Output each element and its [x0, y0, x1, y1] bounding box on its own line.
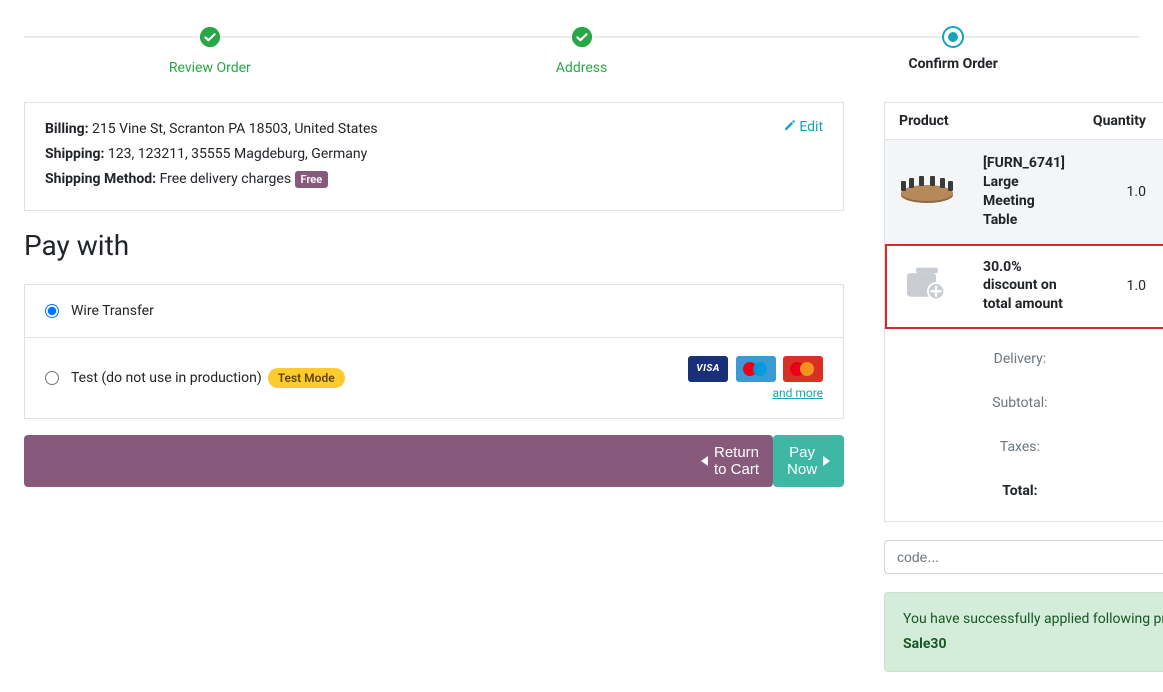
visa-icon: VISA [688, 356, 728, 382]
total-value: $ 28,000.00 [1141, 483, 1163, 499]
payment-methods: Wire Transfer Test (do not use in produc… [24, 284, 844, 419]
pay-option-wire[interactable]: Wire Transfer [25, 285, 843, 337]
promo-code-applied: Sale30 [903, 634, 1163, 655]
method-value: Free delivery charges [160, 171, 291, 187]
pay-option-test[interactable]: Test (do not use in production) Test Mod… [25, 337, 843, 418]
pay-now-button[interactable]: Pay Now [773, 435, 844, 487]
chevron-left-icon [38, 456, 708, 466]
free-badge: Free [295, 171, 329, 188]
subtotal-label: Subtotal: [899, 395, 1141, 411]
promo-code-input[interactable] [884, 540, 1163, 574]
step-address[interactable]: Address [396, 26, 768, 76]
shipping-label: Shipping: [45, 146, 104, 162]
product-name: [FURN_6741] Large Meeting Table [969, 140, 1079, 244]
product-thumbnail [899, 173, 955, 211]
col-quantity: Quantity [1079, 103, 1160, 140]
checkout-progress: Review Order Address Confirm Order [24, 26, 1139, 76]
discount-name: 30.0% discount on total amount [969, 244, 1079, 329]
wire-radio[interactable] [45, 304, 59, 318]
taxes-label: Taxes: [899, 439, 1141, 455]
step-label: Address [396, 60, 768, 76]
subtotal-value: $ 28,000.00 [1141, 395, 1163, 411]
billing-value: 215 Vine St, Scranton PA 18503, United S… [92, 121, 378, 137]
test-label: Test (do not use in production) [71, 370, 262, 386]
edit-link[interactable]: Edit [783, 119, 823, 135]
shipping-billing-card: Edit Billing: 215 Vine St, Scranton PA 1… [24, 102, 844, 211]
method-label: Shipping Method: [45, 171, 156, 187]
current-step-icon [942, 26, 964, 48]
maestro-icon [736, 356, 776, 382]
totals-block: Delivery:$ 0.00 Subtotal:$ 28,000.00 Tax… [884, 329, 1163, 522]
and-more-link[interactable]: and more [684, 386, 823, 400]
shipping-value: 123, 123211, 35555 Magdeburg, Germany [108, 146, 367, 162]
step-label: Review Order [24, 60, 396, 76]
mastercard-icon [783, 356, 823, 382]
product-qty: 1.0 [1079, 140, 1160, 244]
promo-success-text: You have successfully applied following … [903, 611, 1163, 627]
delivery-value: $ 0.00 [1141, 351, 1163, 367]
discount-qty: 1.0 [1079, 244, 1160, 329]
check-circle-icon [571, 26, 593, 48]
test-mode-badge: Test Mode [268, 368, 345, 388]
chevron-right-icon [823, 456, 830, 466]
delivery-label: Delivery: [899, 351, 1141, 367]
wire-label: Wire Transfer [71, 303, 154, 319]
placeholder-image-icon [899, 264, 955, 304]
taxes-value: $ 0.00 [1141, 439, 1163, 455]
promo-success-alert: You have successfully applied following … [884, 592, 1163, 672]
promo-code-row: Apply [884, 540, 1163, 574]
step-label: Confirm Order [767, 56, 1139, 72]
billing-label: Billing: [45, 121, 89, 137]
pencil-icon [783, 119, 796, 132]
order-summary-table: Product Quantity Price [FURN_6741] Large… [884, 102, 1163, 329]
pay-with-heading: Pay with [24, 229, 844, 262]
check-circle-icon [199, 26, 221, 48]
card-icons: VISA and more [684, 356, 823, 400]
step-confirm[interactable]: Confirm Order [767, 26, 1139, 76]
return-to-cart-button[interactable]: Return to Cart [24, 435, 773, 487]
table-row: [FURN_6741] Large Meeting Table 1.0 $ 40… [885, 140, 1163, 244]
test-radio[interactable] [45, 371, 59, 385]
step-review[interactable]: Review Order [24, 26, 396, 76]
col-product: Product [885, 103, 1079, 140]
table-row-discount: 30.0% discount on total amount 1.0 $ -12… [885, 244, 1163, 329]
total-label: Total: [899, 483, 1141, 499]
